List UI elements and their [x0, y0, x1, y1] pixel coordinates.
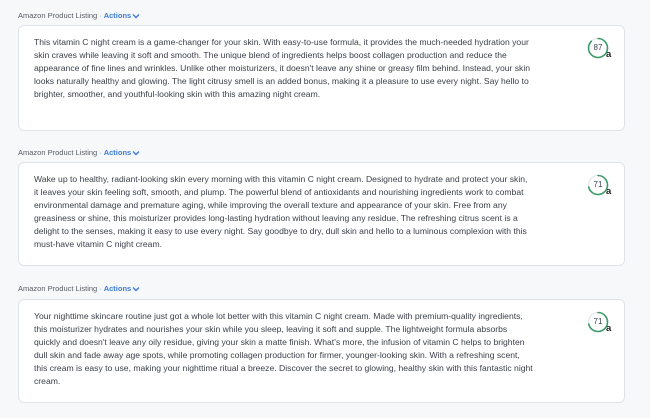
- chevron-down-icon: [132, 150, 140, 155]
- actions-label: Actions: [103, 284, 132, 293]
- listing-card[interactable]: Your nighttime skincare routine just got…: [18, 299, 625, 403]
- score-badge: 71 a: [587, 311, 615, 339]
- listing-card[interactable]: Wake up to healthy, radiant-looking skin…: [18, 162, 625, 266]
- score-grade: a: [606, 49, 612, 60]
- actions-label: Actions: [103, 148, 132, 157]
- listing-header: Amazon Product Listing · Actions: [18, 11, 140, 20]
- score-badge: 71 a: [587, 174, 615, 202]
- listing-header: Amazon Product Listing · Actions: [18, 148, 140, 157]
- separator: ·: [99, 284, 102, 293]
- score-grade: a: [606, 186, 612, 197]
- separator: ·: [99, 11, 102, 20]
- listing-type-label: Amazon Product Listing: [18, 148, 98, 157]
- separator: ·: [99, 148, 102, 157]
- actions-dropdown[interactable]: Actions: [104, 284, 141, 293]
- listing-text: Your nighttime skincare routine just got…: [34, 311, 533, 386]
- listing-header: Amazon Product Listing · Actions: [18, 284, 140, 293]
- score-grade: a: [606, 323, 612, 334]
- score-badge: 87 a: [587, 37, 615, 65]
- actions-dropdown[interactable]: Actions: [104, 11, 141, 20]
- listing-type-label: Amazon Product Listing: [18, 11, 98, 20]
- actions-label: Actions: [103, 11, 132, 20]
- listing-type-label: Amazon Product Listing: [18, 284, 98, 293]
- chevron-down-icon: [132, 13, 140, 18]
- listing-text: This vitamin C night cream is a game-cha…: [34, 37, 531, 99]
- listing-text: Wake up to healthy, radiant-looking skin…: [34, 174, 528, 249]
- listing-card[interactable]: This vitamin C night cream is a game-cha…: [18, 25, 625, 131]
- actions-dropdown[interactable]: Actions: [104, 148, 141, 157]
- chevron-down-icon: [132, 286, 140, 291]
